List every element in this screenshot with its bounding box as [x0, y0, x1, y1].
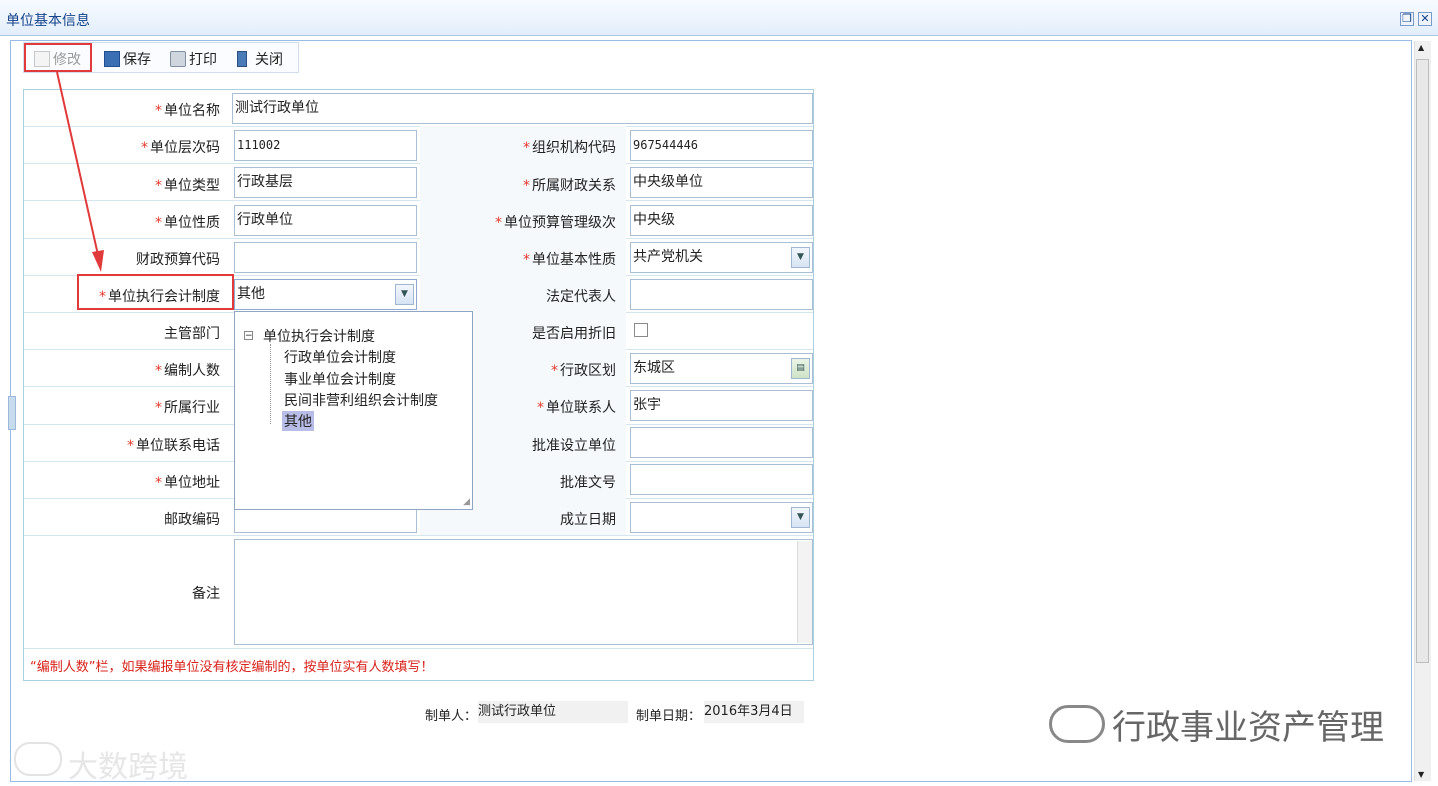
- date-label: 制单日期：: [636, 709, 702, 724]
- maker-value: 测试行政单位: [478, 701, 628, 723]
- scroll-down-icon[interactable]: ▼: [1418, 770, 1424, 779]
- watermark-bottom-left: 大数跨境: [68, 750, 188, 785]
- date-value: 2016年3月4日: [704, 701, 804, 723]
- side-collapse-tab[interactable]: [8, 396, 16, 430]
- annotation-arrow: [56, 71, 104, 272]
- vertical-scrollbar[interactable]: ▲ ▼: [1414, 41, 1431, 781]
- maker-label: 制单人：: [425, 709, 478, 724]
- watermark-bottom-right: 行政事业资产管理: [1112, 708, 1384, 748]
- wechat-icon: [1049, 705, 1105, 743]
- logo-icon: [14, 742, 62, 776]
- scroll-up-icon[interactable]: ▲: [1418, 43, 1424, 52]
- scrollbar-thumb[interactable]: [1416, 59, 1429, 663]
